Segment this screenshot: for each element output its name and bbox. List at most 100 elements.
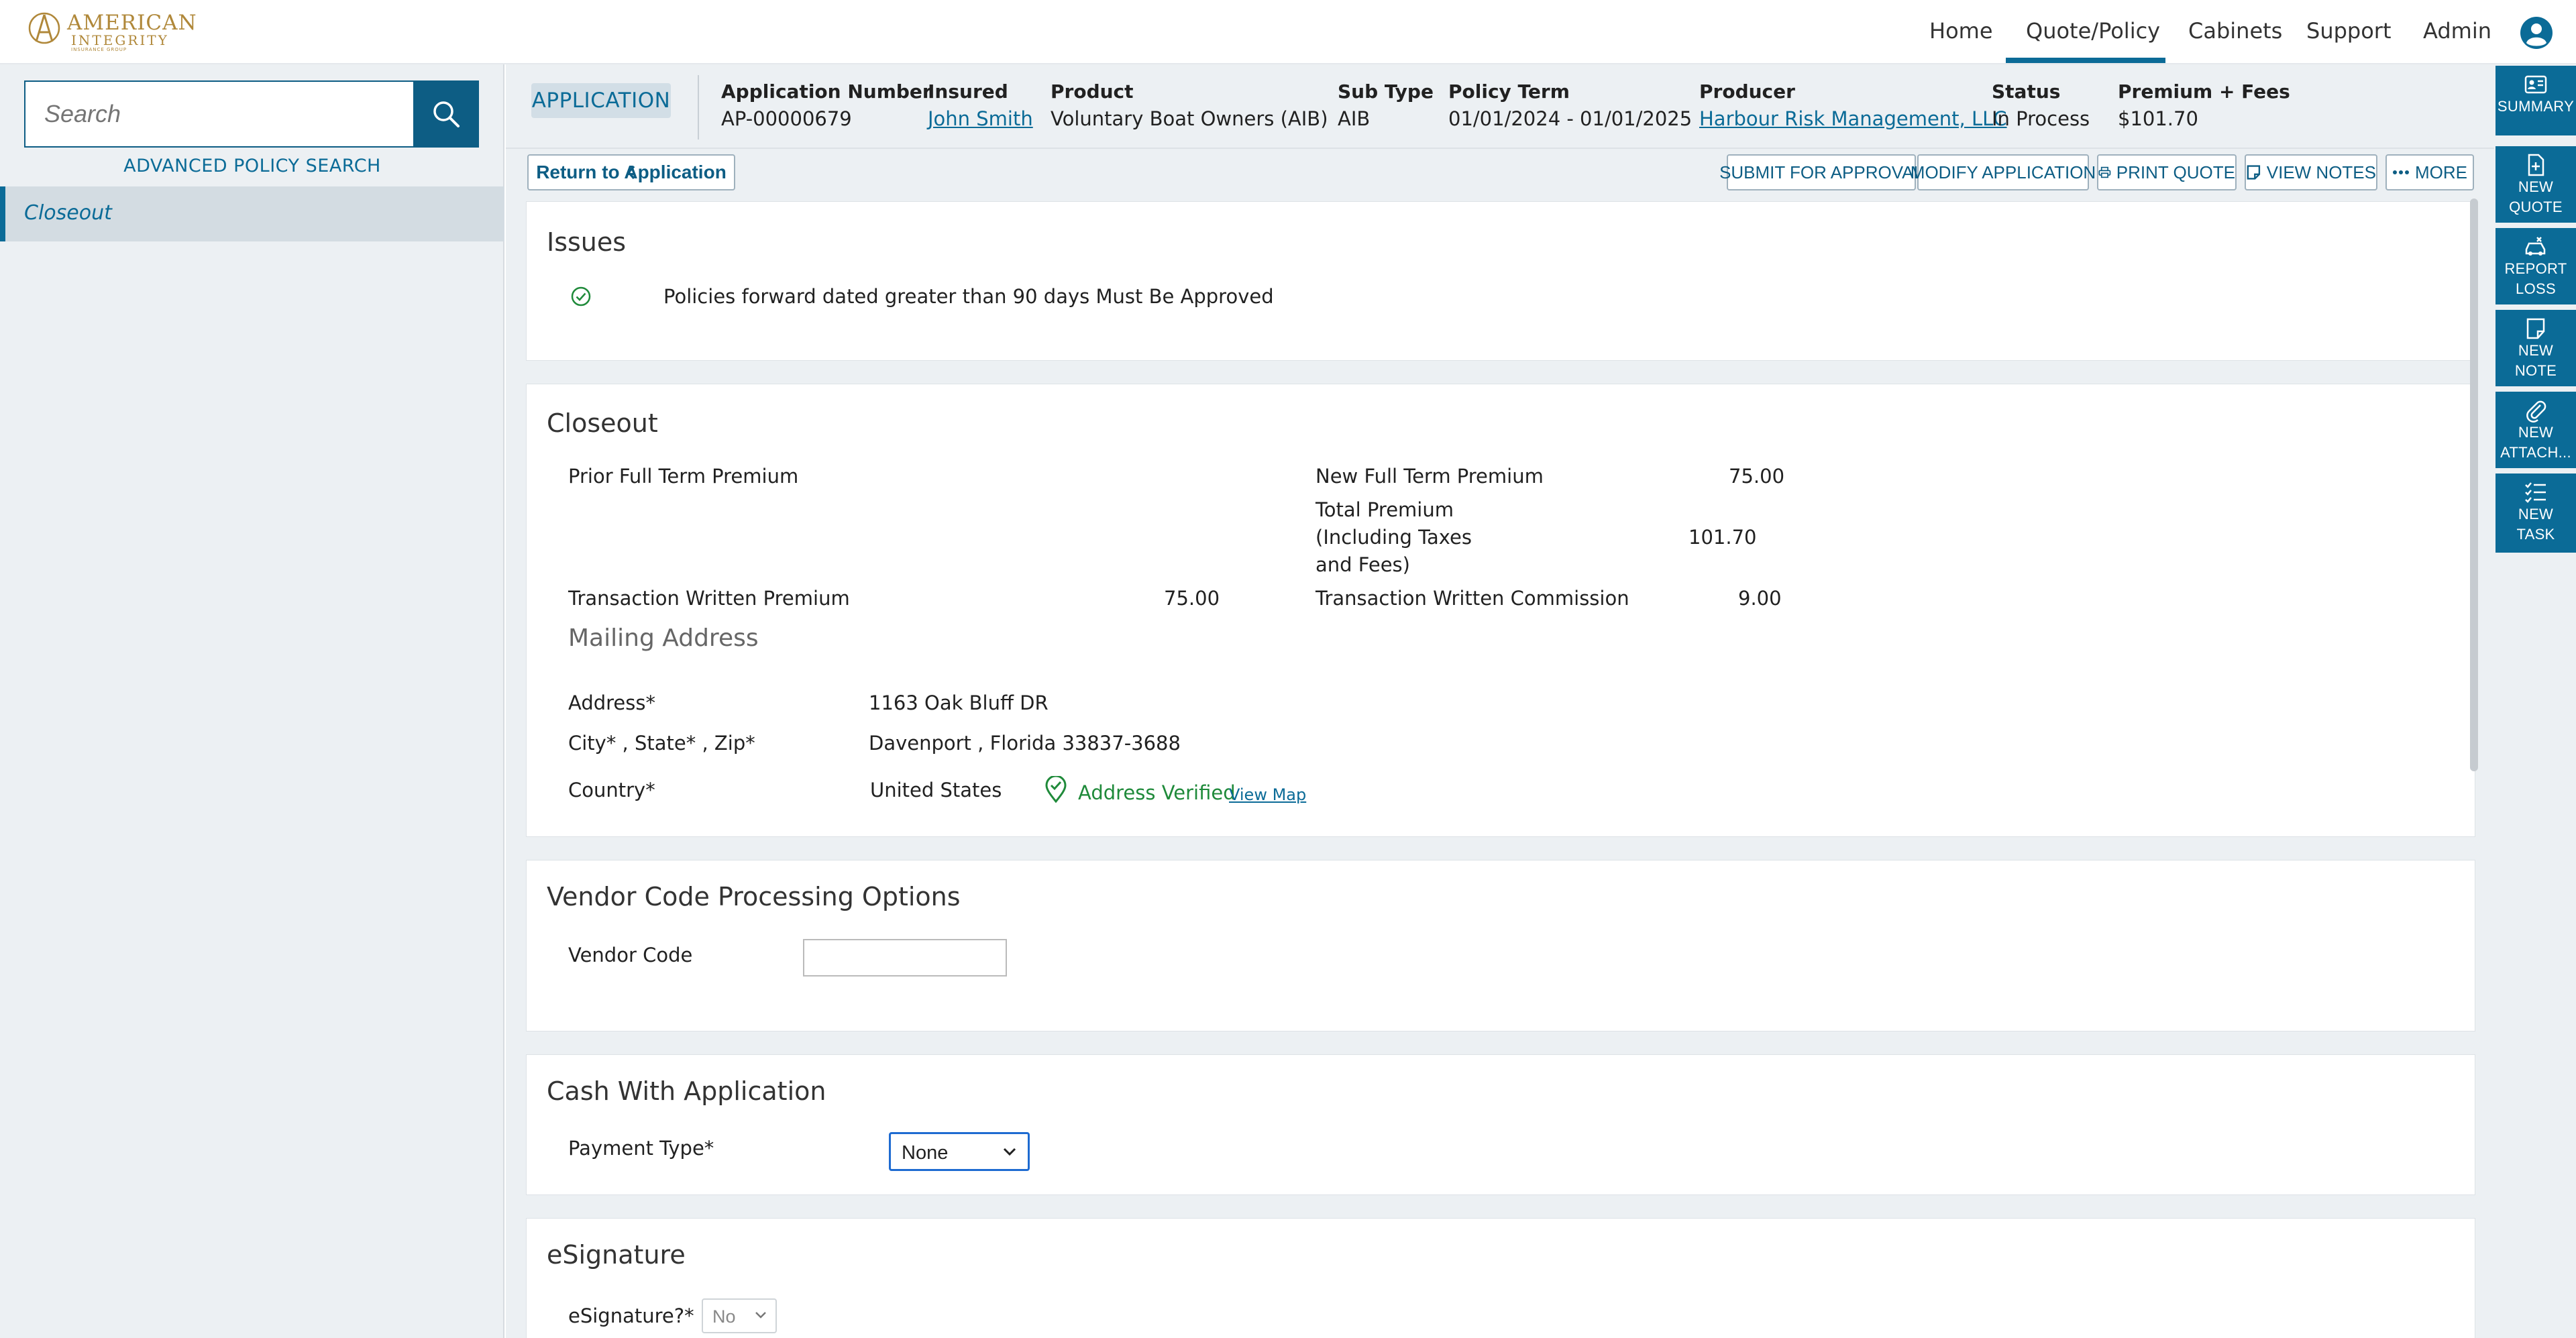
address-label: Address* (568, 691, 655, 714)
transaction-written-premium-value: 75.00 (1164, 587, 1220, 610)
total-premium-label-3: and Fees) (1316, 553, 1410, 576)
report-loss-car-icon (2525, 237, 2546, 256)
location-verified-icon (1045, 776, 1067, 803)
print-button-label: PRINT QUOTE (2116, 162, 2235, 182)
country-value: United States (870, 779, 1002, 801)
header-value-policy-term: 01/01/2024 - 01/01/2025 (1448, 107, 1693, 130)
vendor-code-label: Vendor Code (568, 944, 693, 966)
logo-tagline: INSURANCE GROUP (71, 47, 127, 52)
company-logo[interactable]: AMERICAN INTEGRITY INSURANCE GROUP (27, 7, 197, 52)
rail-new-quote-label-1: NEW (2518, 178, 2554, 195)
rail-report-loss-label-1: REPORT (2504, 260, 2567, 277)
esignature-select[interactable]: No (702, 1298, 777, 1333)
rail-report-loss-button[interactable]: REPORT LOSS (2496, 228, 2576, 304)
rail-report-loss-label-2: LOSS (2516, 280, 2556, 297)
header-value-application-number: AP-00000679 (721, 107, 852, 130)
new-note-icon (2526, 318, 2545, 339)
modify-application-button[interactable]: MODIFY APPLICATION (1911, 154, 2096, 190)
transaction-written-premium-label: Transaction Written Premium (568, 587, 850, 610)
header-value-insured-link[interactable]: John Smith (928, 107, 1033, 130)
view-notes-label: VIEW NOTES (2266, 162, 2376, 182)
total-premium-label-2: (Including Taxes (1316, 526, 1472, 549)
printer-icon (2098, 166, 2111, 178)
sidebar-item-label: Closeout (24, 201, 112, 225)
closeout-card: Closeout Prior Full Term Premium New Ful… (526, 384, 2475, 837)
submit-for-approval-button[interactable]: SUBMIT FOR APPROVAL (1719, 154, 1923, 190)
print-quote-button[interactable]: PRINT QUOTE (2097, 154, 2237, 190)
cash-with-application-card: Cash With Application Payment Type* (526, 1054, 2475, 1195)
left-panel (0, 64, 504, 1338)
rail-new-note-label-2: NOTE (2514, 362, 2557, 379)
header-label-sub-type: Sub Type (1338, 80, 1434, 103)
rail-summary-label: SUMMARY (2497, 98, 2575, 115)
header-label-policy-term: Policy Term (1448, 80, 1570, 103)
more-button[interactable]: MORE (2385, 154, 2474, 190)
nav-support[interactable]: Support (2306, 16, 2392, 46)
rail-summary-button[interactable]: SUMMARY (2496, 66, 2576, 135)
main-scrollbar-thumb[interactable] (2470, 199, 2478, 771)
rail-new-task-label-2: TASK (2516, 526, 2555, 543)
header-label-premium-fees: Premium + Fees (2118, 80, 2290, 103)
sidebar-item-closeout[interactable]: Closeout (0, 186, 504, 241)
esignature-label: eSignature?* (568, 1304, 694, 1327)
view-map-link[interactable]: View Map (1229, 785, 1306, 804)
new-document-icon (2528, 154, 2544, 176)
search-input[interactable] (25, 82, 413, 146)
rail-new-note-button[interactable]: NEW NOTE (2496, 310, 2576, 386)
chevron-down-icon (755, 1312, 766, 1319)
return-to-application-button[interactable]: Return to Application (527, 154, 735, 190)
search-icon (433, 101, 460, 127)
header-label-status: Status (1992, 80, 2061, 103)
rail-new-task-label-1: NEW (2518, 506, 2554, 522)
header-label-producer: Producer (1699, 80, 1795, 103)
policy-header (506, 64, 2494, 149)
header-value-product: Voluntary Boat Owners (AIB) (1051, 107, 1328, 130)
payment-type-selected: None (902, 1142, 949, 1164)
transaction-written-commission-label: Transaction Written Commission (1316, 587, 1629, 610)
nav-home[interactable]: Home (1929, 16, 1993, 46)
logo-mark-icon (28, 12, 60, 44)
rail-new-note-label-1: NEW (2518, 342, 2554, 359)
issue-message: Policies forward dated greater than 90 d… (663, 285, 1274, 308)
cash-with-application-title: Cash With Application (547, 1076, 826, 1106)
task-list-icon (2525, 482, 2546, 503)
search-field[interactable] (24, 80, 413, 148)
submit-button-label: SUBMIT FOR APPROVAL (1719, 162, 1923, 182)
header-divider (698, 75, 699, 140)
view-notes-button[interactable]: VIEW NOTES (2245, 154, 2377, 190)
more-dots-icon (2393, 170, 2409, 174)
city-state-zip-value: Davenport , Florida 33837-3688 (869, 732, 1181, 755)
esignature-card: eSignature eSignature?* (526, 1218, 2475, 1338)
header-value-sub-type: AIB (1338, 107, 1371, 130)
logo-line-1: AMERICAN (67, 11, 197, 35)
check-circle-icon (571, 286, 591, 306)
rail-new-quote-button[interactable]: NEW QUOTE (2496, 146, 2576, 223)
logo-line-2: INTEGRITY (71, 32, 169, 48)
new-full-term-premium-label: New Full Term Premium (1316, 465, 1544, 488)
chevron-down-icon (1003, 1148, 1016, 1156)
nav-quote-policy[interactable]: Quote/Policy (2026, 16, 2160, 46)
note-icon (2247, 165, 2261, 180)
total-premium-value: 101.70 (1688, 526, 1757, 549)
search-button[interactable] (413, 80, 479, 148)
mailing-address-title: Mailing Address (568, 624, 759, 652)
nav-admin[interactable]: Admin (2423, 16, 2491, 46)
header-value-premium-fees: $101.70 (2118, 107, 2198, 130)
payment-type-select[interactable]: None (889, 1132, 1030, 1171)
rail-new-attachment-label-1: NEW (2518, 424, 2554, 441)
header-value-producer-link[interactable]: Harbour Risk Management, LLC (1699, 107, 2007, 130)
rail-new-task-button[interactable]: NEW TASK (2496, 473, 2576, 553)
summary-card-icon (2524, 75, 2547, 94)
payment-type-label: Payment Type* (568, 1137, 714, 1160)
total-premium-label: Total Premium (1316, 498, 1454, 521)
advanced-policy-search-link[interactable]: ADVANCED POLICY SEARCH (0, 156, 504, 176)
nav-cabinets[interactable]: Cabinets (2188, 16, 2282, 46)
header-value-status: In Process (1992, 107, 2090, 130)
issues-title: Issues (547, 227, 627, 257)
user-account-icon[interactable] (2520, 16, 2553, 50)
vendor-code-field[interactable] (803, 939, 1007, 977)
more-button-label: MORE (2415, 162, 2467, 182)
rail-new-attachment-button[interactable]: NEW ATTACH... (2496, 392, 2576, 468)
header-label-product: Product (1051, 80, 1134, 103)
city-state-zip-label: City* , State* , Zip* (568, 732, 755, 755)
